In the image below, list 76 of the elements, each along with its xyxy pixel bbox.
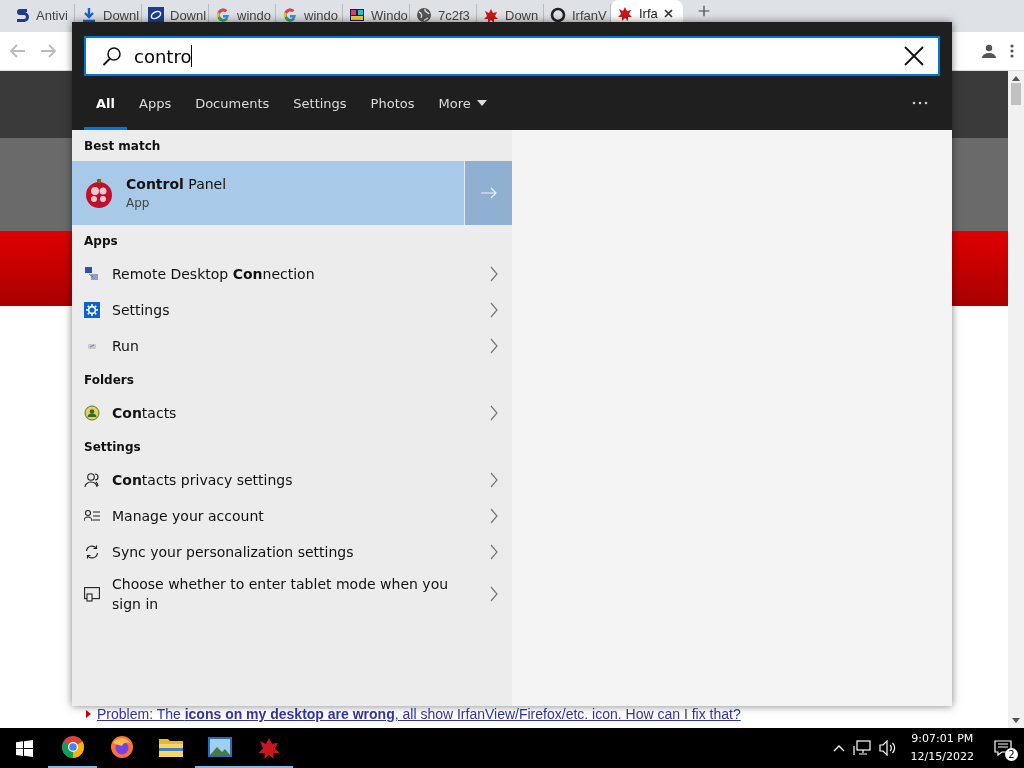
result-item[interactable]: Manage your account xyxy=(72,498,512,534)
result-item[interactable]: Sync your personalization settings xyxy=(72,534,512,570)
volume-icon[interactable] xyxy=(878,740,897,756)
group-heading: Folders xyxy=(83,372,135,389)
gear-icon xyxy=(84,302,100,318)
result-type: App xyxy=(126,196,151,210)
best-match-item[interactable]: Control Panel App xyxy=(72,161,512,225)
search-icon xyxy=(102,46,122,66)
chevron-right-icon xyxy=(490,266,498,282)
tablet-icon xyxy=(84,586,100,602)
bug-icon xyxy=(483,7,499,23)
chrome-icon xyxy=(60,735,85,759)
person-icon xyxy=(84,472,100,488)
search-field[interactable]: contro xyxy=(84,36,940,76)
image-icon xyxy=(207,737,232,757)
bug-icon xyxy=(617,5,633,21)
chevron-right-icon xyxy=(490,405,498,421)
scroll-down-icon[interactable] xyxy=(1012,718,1020,724)
chevron-right-icon xyxy=(490,338,498,354)
scroll-up-icon[interactable] xyxy=(1012,75,1020,81)
result-item[interactable]: Run xyxy=(72,328,512,364)
faq-link[interactable]: Problem: The icons on my desktop are wrong, all show IrfanView/Firefox/etc. icon. How can I fix that? xyxy=(97,706,741,722)
group-heading: Apps xyxy=(83,233,119,250)
group-heading: Best match xyxy=(83,138,162,155)
close-icon[interactable] xyxy=(663,8,673,18)
notification-button[interactable]: 2 xyxy=(988,733,1018,763)
contacts-icon xyxy=(84,405,100,421)
scrollbar[interactable] xyxy=(1008,71,1024,728)
chevron-right-icon xyxy=(490,586,498,602)
windows-icon xyxy=(15,739,33,757)
scope-tab[interactable]: Settings xyxy=(281,79,359,130)
sync-icon xyxy=(84,544,100,560)
chevron-right-icon xyxy=(490,544,498,560)
download-icon xyxy=(81,7,97,23)
result-item[interactable]: Settings xyxy=(72,292,512,328)
search-text: contro xyxy=(134,45,192,67)
folder-icon xyxy=(158,737,183,757)
google-icon xyxy=(215,7,231,23)
control-panel-icon xyxy=(84,177,114,209)
logo-icon xyxy=(148,7,164,23)
caret-icon xyxy=(476,100,487,106)
remote-desktop-icon xyxy=(84,266,100,282)
result-item[interactable]: Remote Desktop Connection xyxy=(72,256,512,292)
chevron-right-icon xyxy=(490,472,498,488)
clock-time: 9:07:01 PM xyxy=(910,731,974,747)
browser-tab[interactable]: Irfa xyxy=(611,0,683,22)
result-item[interactable]: Contacts xyxy=(72,395,512,431)
clock-date: 12/15/2022 xyxy=(910,749,974,765)
arrow-right-icon xyxy=(480,187,497,199)
network-icon[interactable] xyxy=(852,740,871,756)
chevron-up-icon[interactable] xyxy=(832,744,845,752)
bullet-icon xyxy=(86,710,91,718)
result-title: Control Panel xyxy=(126,176,227,192)
scroll-thumb[interactable] xyxy=(1011,83,1021,105)
scope-tab[interactable]: Documents xyxy=(183,79,282,130)
chevron-right-icon xyxy=(490,508,498,524)
firefox-icon xyxy=(109,735,134,759)
notification-count: 2 xyxy=(1005,748,1018,761)
tiles-icon xyxy=(349,7,365,23)
scope-tab[interactable]: Apps xyxy=(127,79,184,130)
s-logo-icon xyxy=(14,7,30,23)
scope-tab[interactable]: More xyxy=(426,79,499,130)
chevron-right-icon xyxy=(490,302,498,318)
scope-tab[interactable]: Photos xyxy=(358,79,427,130)
account-icon xyxy=(84,508,100,524)
group-heading: Settings xyxy=(83,439,142,456)
result-item[interactable]: Choose whether to enter tablet mode when you sign in xyxy=(72,570,512,618)
clock[interactable]: 9:07:01 PM 12/15/2022 xyxy=(904,730,980,766)
message-icon xyxy=(994,740,1012,756)
more-icon[interactable] xyxy=(912,101,928,105)
menu-icon[interactable] xyxy=(1010,44,1014,58)
result-item[interactable]: Contacts privacy settings xyxy=(72,462,512,498)
google-icon xyxy=(282,7,298,23)
profile-icon[interactable] xyxy=(982,44,996,58)
close-icon[interactable] xyxy=(904,46,924,66)
globe-icon xyxy=(416,7,432,23)
